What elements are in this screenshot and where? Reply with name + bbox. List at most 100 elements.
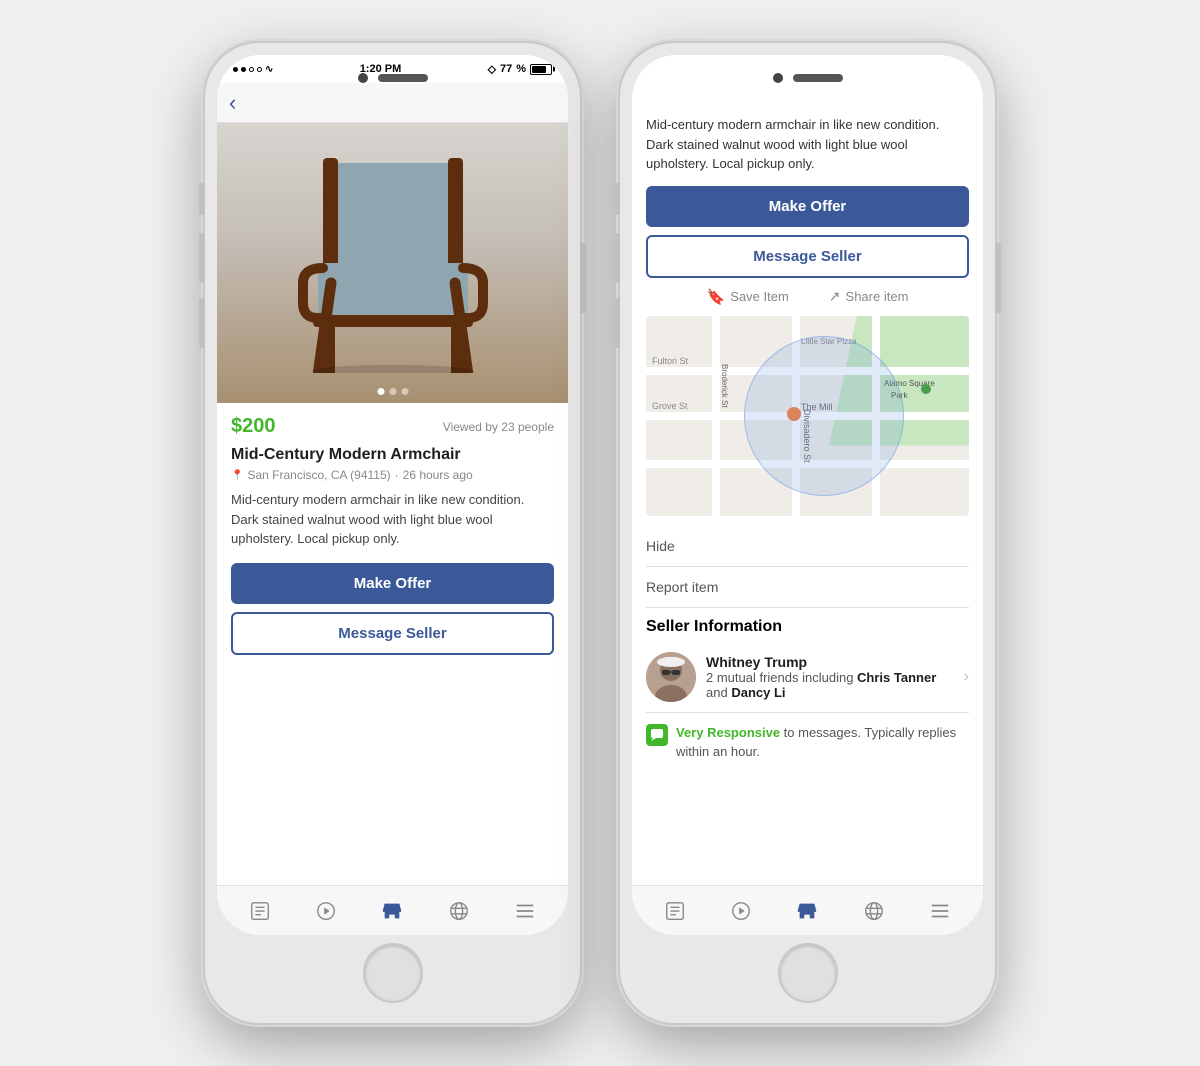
product-time-ago: 26 hours ago bbox=[403, 468, 473, 482]
image-dots bbox=[377, 388, 408, 395]
seller-avatar-image bbox=[646, 652, 696, 702]
front-camera bbox=[358, 73, 368, 83]
location-icon: 📍 bbox=[231, 470, 243, 481]
hide-item-row[interactable]: Hide bbox=[646, 526, 969, 567]
back-button[interactable]: ‹ bbox=[229, 90, 236, 116]
seller-profile-row[interactable]: Whitney Trump 2 mutual friends including… bbox=[646, 646, 969, 708]
earpiece-speaker bbox=[378, 74, 428, 82]
chat-bubble-icon bbox=[650, 728, 664, 742]
p2-main-content: Mid-century modern armchair in like new … bbox=[632, 103, 983, 885]
message-seller-button[interactable]: Message Seller bbox=[231, 612, 554, 655]
tab-bar-2 bbox=[632, 885, 983, 935]
volume-up-button-2 bbox=[614, 233, 620, 283]
volume-down-button-2 bbox=[614, 298, 620, 348]
seller-section: Seller Information bbox=[646, 608, 969, 782]
tab-news[interactable] bbox=[246, 897, 274, 925]
dot-1 bbox=[377, 388, 384, 395]
tab-video[interactable] bbox=[312, 897, 340, 925]
phone-2: Mid-century modern armchair in like new … bbox=[620, 43, 995, 1023]
share-item-button[interactable]: ↗ Share item bbox=[829, 288, 909, 306]
tab-globe-2[interactable] bbox=[860, 897, 888, 925]
svg-text:Fulton St: Fulton St bbox=[652, 356, 689, 366]
chair-background bbox=[217, 123, 568, 403]
volume-up-button bbox=[199, 233, 205, 283]
battery-fill bbox=[532, 66, 546, 73]
seller-name: Whitney Trump bbox=[706, 654, 954, 670]
meta-separator: · bbox=[395, 468, 399, 482]
responsive-row: Very Responsive to messages. Typically r… bbox=[646, 712, 969, 772]
phone-1: ∿ 1:20 PM ⬦ 77% ‹ bbox=[205, 43, 580, 1023]
bookmark-icon: 🔖 bbox=[707, 288, 726, 306]
signal-dot-4 bbox=[257, 67, 262, 72]
chevron-right-icon: › bbox=[964, 668, 969, 686]
phone-top-hardware bbox=[358, 73, 428, 83]
share-item-label: Share item bbox=[846, 289, 909, 304]
nav-bar-1: ‹ bbox=[217, 83, 568, 123]
price-row: $200 Viewed by 23 people bbox=[231, 415, 554, 438]
status-right-icons: ⬦ 77% bbox=[488, 62, 552, 77]
tab-marketplace-2[interactable] bbox=[793, 897, 821, 925]
save-share-row: 🔖 Save Item ↗ Share item bbox=[646, 288, 969, 306]
responsive-text: Very Responsive to messages. Typically r… bbox=[676, 723, 969, 762]
tab-bar-1 bbox=[217, 885, 568, 935]
tab-menu[interactable] bbox=[511, 897, 539, 925]
dot-3 bbox=[401, 388, 408, 395]
tab-marketplace[interactable] bbox=[378, 897, 406, 925]
product-price: $200 bbox=[231, 415, 276, 438]
battery-icon bbox=[530, 64, 552, 75]
product-location: San Francisco, CA (94115) bbox=[247, 468, 390, 482]
bluetooth-icon: ⬦ bbox=[488, 62, 496, 77]
mutual-friends-text: 2 mutual friends including bbox=[706, 670, 853, 685]
volume-down-button bbox=[199, 298, 205, 348]
svg-text:Broderick St: Broderick St bbox=[720, 364, 729, 408]
tab-globe[interactable] bbox=[445, 897, 473, 925]
make-offer-button[interactable]: Make Offer bbox=[231, 563, 554, 604]
earpiece-speaker-2 bbox=[793, 74, 843, 82]
save-item-label: Save Item bbox=[730, 289, 789, 304]
viewed-by-text: Viewed by 23 people bbox=[443, 420, 554, 434]
front-camera-2 bbox=[773, 73, 783, 83]
seller-avatar bbox=[646, 652, 696, 702]
product-description: Mid-century modern armchair in like new … bbox=[231, 490, 554, 549]
svg-text:Grove St: Grove St bbox=[652, 401, 688, 411]
mute-button-2 bbox=[614, 183, 620, 215]
tab-news-2[interactable] bbox=[661, 897, 689, 925]
chair-svg bbox=[293, 153, 493, 373]
phone-top-hardware-2 bbox=[773, 73, 843, 83]
tab-menu-2[interactable] bbox=[926, 897, 954, 925]
make-offer-button-2[interactable]: Make Offer bbox=[646, 186, 969, 227]
friend-1-name: Chris Tanner bbox=[857, 670, 936, 685]
signal-dot-2 bbox=[241, 67, 246, 72]
power-button bbox=[580, 243, 586, 313]
item-description-top: Mid-century modern armchair in like new … bbox=[646, 115, 969, 174]
map-container[interactable]: Fulton St Grove St Divisadero St Broderi… bbox=[646, 316, 969, 516]
and-text: and bbox=[706, 685, 728, 700]
product-info: $200 Viewed by 23 people Mid-Century Mod… bbox=[217, 403, 568, 885]
product-image bbox=[217, 123, 568, 403]
product-title: Mid-Century Modern Armchair bbox=[231, 446, 554, 464]
save-item-button[interactable]: 🔖 Save Item bbox=[707, 288, 789, 306]
signal-dot-3 bbox=[249, 67, 254, 72]
seller-section-title: Seller Information bbox=[646, 618, 969, 636]
seller-info: Whitney Trump 2 mutual friends including… bbox=[706, 654, 954, 700]
home-button-1[interactable] bbox=[363, 943, 423, 1003]
signal-indicators: ∿ bbox=[233, 64, 273, 75]
share-icon: ↗ bbox=[829, 288, 841, 305]
phone-1-screen: ∿ 1:20 PM ⬦ 77% ‹ bbox=[217, 55, 568, 935]
dot-2 bbox=[389, 388, 396, 395]
home-button-2[interactable] bbox=[778, 943, 838, 1003]
wifi-icon: ∿ bbox=[265, 64, 273, 75]
screen-content-1: ‹ bbox=[217, 83, 568, 935]
map-radius-circle bbox=[744, 336, 904, 496]
power-button-2 bbox=[995, 243, 1001, 313]
tab-video-2[interactable] bbox=[727, 897, 755, 925]
chat-icon bbox=[646, 724, 668, 746]
signal-dot-1 bbox=[233, 67, 238, 72]
mute-button bbox=[199, 183, 205, 215]
phone-2-screen: Mid-century modern armchair in like new … bbox=[632, 55, 983, 935]
report-item-row[interactable]: Report item bbox=[646, 567, 969, 608]
scene: ∿ 1:20 PM ⬦ 77% ‹ bbox=[205, 43, 995, 1023]
message-seller-button-2[interactable]: Message Seller bbox=[646, 235, 969, 278]
chair-image bbox=[293, 153, 493, 373]
friend-2-name: Dancy Li bbox=[731, 685, 785, 700]
